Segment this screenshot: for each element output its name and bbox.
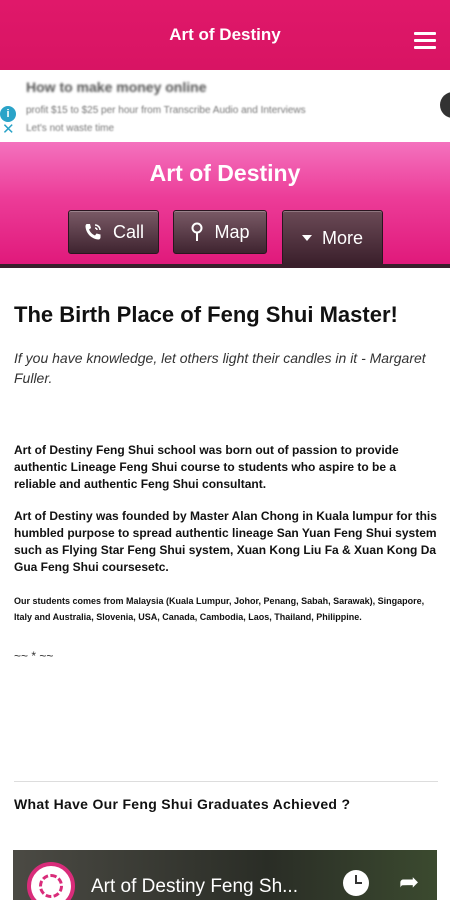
page-headline: The Birth Place of Feng Shui Master! <box>14 302 398 327</box>
channel-logo-icon <box>27 862 75 900</box>
ad-description: profit $15 to $25 per hour from Transcri… <box>26 102 416 138</box>
watch-later-icon[interactable] <box>343 870 369 896</box>
app-bar: Art of Destiny <box>0 0 450 70</box>
section-divider <box>14 781 438 782</box>
ad-description-line2: Let's not waste time <box>26 123 115 134</box>
main-content: The Birth Place of Feng Shui Master! If … <box>14 300 438 663</box>
paragraph-founder: Art of Destiny was founded by Master Ala… <box>14 509 437 574</box>
ad-close-icon[interactable]: ✕ <box>2 122 15 137</box>
ad-description-line1: profit $15 to $25 per hour from Transcri… <box>26 105 306 116</box>
ad-title[interactable]: How to make money online <box>26 79 206 95</box>
call-button[interactable]: Call <box>68 210 159 254</box>
call-button-label: Call <box>112 221 144 242</box>
ad-banner[interactable]: i ✕ How to make money online profit $15 … <box>0 70 450 142</box>
map-button[interactable]: Map <box>173 210 267 254</box>
paragraph-intro: Art of Destiny Feng Shui school was born… <box>14 443 399 491</box>
more-button-label: More <box>321 227 363 248</box>
video-player[interactable]: Art of Destiny Feng Sh... ➦ <box>13 850 437 900</box>
app-title: Art of Destiny <box>169 25 281 44</box>
caret-down-icon <box>301 234 312 242</box>
hero-title: Art of Destiny <box>149 160 301 186</box>
hamburger-menu-icon[interactable] <box>414 32 436 50</box>
quote-text: If you have knowledge, let others light … <box>14 350 426 386</box>
text-ornament: ~~ * ~~ <box>14 649 54 663</box>
more-button[interactable]: More <box>282 210 383 266</box>
paragraph-students: Our students comes from Malaysia (Kuala … <box>14 596 425 622</box>
section-subheading: What Have Our Feng Shui Graduates Achiev… <box>14 796 351 812</box>
hero-banner: Art of Destiny Call Map More <box>0 142 450 266</box>
ad-next-arrow-icon[interactable] <box>440 92 450 118</box>
hero-divider <box>0 264 450 268</box>
map-pin-icon <box>190 222 204 242</box>
phone-icon <box>83 222 103 242</box>
share-icon[interactable]: ➦ <box>399 868 419 897</box>
video-title[interactable]: Art of Destiny Feng Sh... <box>91 876 298 898</box>
map-button-label: Map <box>214 221 250 242</box>
ad-info-icon[interactable]: i <box>0 106 16 122</box>
